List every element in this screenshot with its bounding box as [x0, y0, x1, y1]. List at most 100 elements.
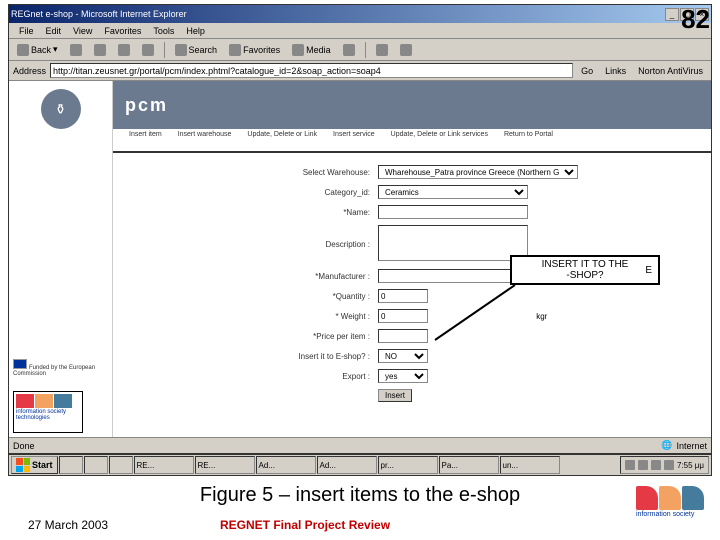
home-button[interactable] — [138, 44, 158, 56]
start-label: Start — [32, 460, 53, 470]
menu-tools[interactable]: Tools — [147, 26, 180, 36]
menu-edit[interactable]: Edit — [40, 26, 68, 36]
star-icon — [229, 44, 241, 56]
taskbar-item[interactable]: un... — [500, 456, 560, 474]
taskbar-item[interactable]: Ad... — [317, 456, 377, 474]
taskbar-item[interactable]: RE... — [195, 456, 255, 474]
forward-button[interactable] — [66, 44, 86, 56]
name-input[interactable] — [378, 205, 528, 219]
figure-caption: Figure 5 – insert items to the e-shop — [0, 484, 720, 507]
menu-favorites[interactable]: Favorites — [98, 26, 147, 36]
system-tray: 7:55 μμ — [620, 456, 709, 474]
search-icon — [175, 44, 187, 56]
address-input[interactable] — [50, 63, 573, 78]
nav-update-services[interactable]: Update, Delete or Link services — [383, 129, 496, 151]
manufacturer-input[interactable] — [378, 269, 528, 283]
toolbar: Back ▾ Search Favorites Media — [9, 39, 711, 61]
quicklaunch-1[interactable] — [59, 456, 83, 474]
favorites-button[interactable]: Favorites — [225, 44, 284, 56]
label-price: *Price per item : — [243, 327, 373, 345]
callout-e: E — [645, 265, 652, 276]
start-button[interactable]: Start — [11, 456, 58, 474]
nav-update-delete[interactable]: Update, Delete or Link — [239, 129, 325, 151]
warehouse-select[interactable]: Wharehouse_Patra province Greece (Northe… — [378, 165, 578, 179]
label-category: Category_id: — [243, 183, 373, 201]
browser-window: REGnet e-shop - Microsoft Internet Explo… — [8, 4, 712, 454]
tray-icon[interactable] — [625, 460, 635, 470]
ist-corner-label: information society — [636, 511, 714, 518]
search-button[interactable]: Search — [171, 44, 222, 56]
history-button[interactable] — [339, 44, 359, 56]
label-export: Export : — [243, 367, 373, 385]
taskbar-item[interactable]: Pa... — [439, 456, 499, 474]
pcm-nav: Insert item Insert warehouse Update, Del… — [113, 129, 711, 153]
mail-icon — [376, 44, 388, 56]
label-warehouse: Select Warehouse: — [243, 163, 373, 181]
media-icon — [292, 44, 304, 56]
tray-icon[interactable] — [638, 460, 648, 470]
description-textarea[interactable] — [378, 225, 528, 261]
tray-icon[interactable] — [651, 460, 661, 470]
stop-button[interactable] — [90, 44, 110, 56]
back-icon — [17, 44, 29, 56]
minimize-button[interactable]: _ — [665, 8, 679, 21]
ist-logo: information society technologies — [13, 391, 83, 433]
page-number: 82 — [681, 4, 710, 35]
home-icon — [142, 44, 154, 56]
window-title: REGnet e-shop - Microsoft Internet Explo… — [11, 9, 187, 19]
ist-label: information society technologies — [16, 409, 80, 421]
links-button[interactable]: Links — [601, 66, 630, 76]
quantity-input[interactable] — [378, 289, 428, 303]
callout-arrow — [430, 285, 520, 345]
status-done: Done — [13, 441, 35, 451]
refresh-button[interactable] — [114, 44, 134, 56]
refresh-icon — [118, 44, 130, 56]
nav-insert-item[interactable]: Insert item — [121, 129, 170, 151]
insert-button[interactable]: Insert — [378, 389, 412, 402]
back-label: Back — [31, 45, 51, 55]
taskbar-item[interactable]: pr... — [378, 456, 438, 474]
weight-input[interactable] — [378, 309, 428, 323]
status-zone: Internet — [676, 441, 707, 451]
tray-clock: 7:55 μμ — [677, 461, 704, 470]
label-manufacturer: *Manufacturer : — [243, 267, 373, 285]
site-logo: ⚱ — [41, 89, 81, 129]
windows-logo-icon — [16, 458, 30, 472]
label-name: *Name: — [243, 203, 373, 221]
funded-text: Funded by the European Commission — [13, 359, 108, 377]
nav-insert-service[interactable]: Insert service — [325, 129, 383, 151]
tray-icon[interactable] — [664, 460, 674, 470]
address-label: Address — [13, 66, 46, 76]
quicklaunch-3[interactable] — [109, 456, 133, 474]
nav-return-portal[interactable]: Return to Portal — [496, 129, 561, 151]
menu-help[interactable]: Help — [180, 26, 211, 36]
norton-av[interactable]: Norton AntiVirus — [634, 66, 707, 76]
forward-icon — [70, 44, 82, 56]
menu-file[interactable]: File — [13, 26, 40, 36]
addressbar: Address Go Links Norton AntiVirus — [9, 61, 711, 81]
left-sidebar: ⚱ Funded by the European Commission info… — [9, 81, 113, 437]
footer-title: REGNET Final Project Review — [220, 518, 390, 532]
print-button[interactable] — [396, 44, 416, 56]
insert-eshop-select[interactable]: NO — [378, 349, 428, 363]
callout-text: INSERT IT TO THE -SHOP? — [542, 259, 629, 281]
go-button[interactable]: Go — [577, 66, 597, 76]
callout-box: INSERT IT TO THE -SHOP? E — [510, 255, 660, 285]
history-icon — [343, 44, 355, 56]
mail-button[interactable] — [372, 44, 392, 56]
price-input[interactable] — [378, 329, 428, 343]
eu-flag-icon — [13, 359, 27, 369]
nav-insert-warehouse[interactable]: Insert warehouse — [170, 129, 240, 151]
category-select[interactable]: Ceramics — [378, 185, 528, 199]
back-button[interactable]: Back ▾ — [13, 44, 62, 56]
titlebar: REGnet e-shop - Microsoft Internet Explo… — [9, 5, 711, 23]
taskbar-item[interactable]: RE... — [134, 456, 194, 474]
media-button[interactable]: Media — [288, 44, 335, 56]
taskbar-item[interactable]: Ad... — [256, 456, 316, 474]
media-label: Media — [306, 45, 331, 55]
footer-date: 27 March 2003 — [28, 518, 108, 532]
export-select[interactable]: yes — [378, 369, 428, 383]
quicklaunch-2[interactable] — [84, 456, 108, 474]
search-label: Search — [189, 45, 218, 55]
menu-view[interactable]: View — [67, 26, 98, 36]
